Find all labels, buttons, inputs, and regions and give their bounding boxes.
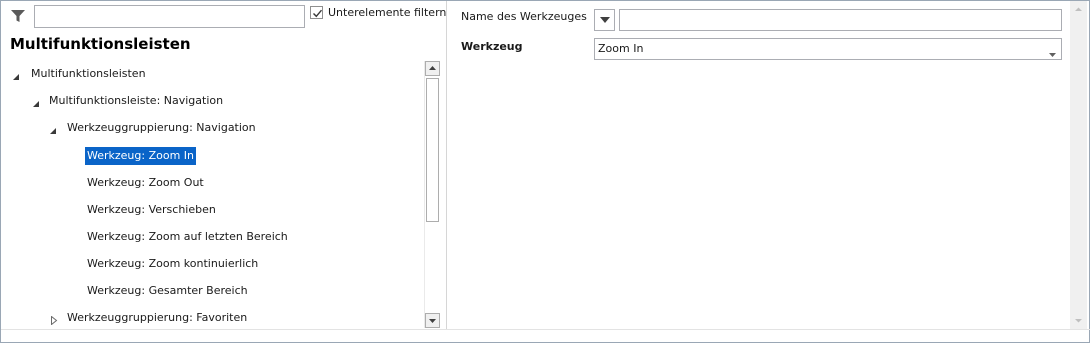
tree-node-label: Werkzeuggruppierung: Favoriten: [67, 311, 248, 324]
name-input[interactable]: [619, 9, 1062, 31]
tree-node-label: Werkzeuggruppierung: Navigation: [67, 121, 256, 134]
ribbon-tree: Multifunktionsleisten Multifunktionsleis…: [1, 61, 423, 329]
scroll-down-button[interactable]: [425, 313, 440, 328]
filter-icon[interactable]: [10, 8, 26, 24]
bottom-divider: [1, 329, 1090, 330]
tree-node-label: Werkzeug: Verschieben: [87, 203, 216, 216]
sub-filter-label: Unterelemente filtern: [328, 6, 447, 19]
scroll-up-button[interactable]: [425, 61, 440, 76]
properties-scrollbar[interactable]: [1070, 1, 1087, 329]
expanded-arrow-icon[interactable]: [49, 123, 59, 134]
tool-select[interactable]: Zoom In: [594, 38, 1062, 60]
expanded-arrow-icon[interactable]: [32, 96, 42, 107]
chevron-down-icon: [1049, 47, 1056, 60]
tree-node-label: Werkzeug: Zoom In: [85, 147, 197, 165]
tool-select-value: Zoom In: [598, 42, 644, 55]
filter-input[interactable]: [34, 5, 305, 28]
scroll-up-button[interactable]: [1070, 1, 1087, 18]
tree-node-label: Werkzeug: Zoom Out: [87, 176, 204, 189]
tree-scrollbar[interactable]: [424, 61, 440, 328]
expanded-arrow-icon[interactable]: [12, 69, 22, 80]
tree-node-label: Werkzeug: Zoom auf letzten Bereich: [87, 230, 288, 243]
pane-title: Multifunktionsleisten: [10, 35, 191, 53]
pane-splitter[interactable]: [446, 1, 447, 329]
name-label: Name des Werkzeuges: [461, 10, 587, 23]
tree-node-label: Multifunktionsleiste: Navigation: [49, 94, 224, 107]
scroll-down-button[interactable]: [1070, 312, 1087, 329]
name-mode-dropdown-button[interactable]: [594, 9, 615, 31]
window-frame: Unterelemente filtern Multifunktionsleis…: [0, 0, 1090, 343]
tree-node-label: Werkzeug: Zoom kontinuierlich: [87, 257, 259, 270]
scroll-thumb[interactable]: [426, 78, 439, 222]
tree-node-label: Werkzeug: Gesamter Bereich: [87, 284, 248, 297]
tool-label: Werkzeug: [461, 40, 523, 53]
tree-node-label: Multifunktionsleisten: [31, 67, 146, 80]
sub-filter-checkbox[interactable]: [310, 6, 323, 19]
collapsed-arrow-icon[interactable]: [50, 313, 60, 326]
